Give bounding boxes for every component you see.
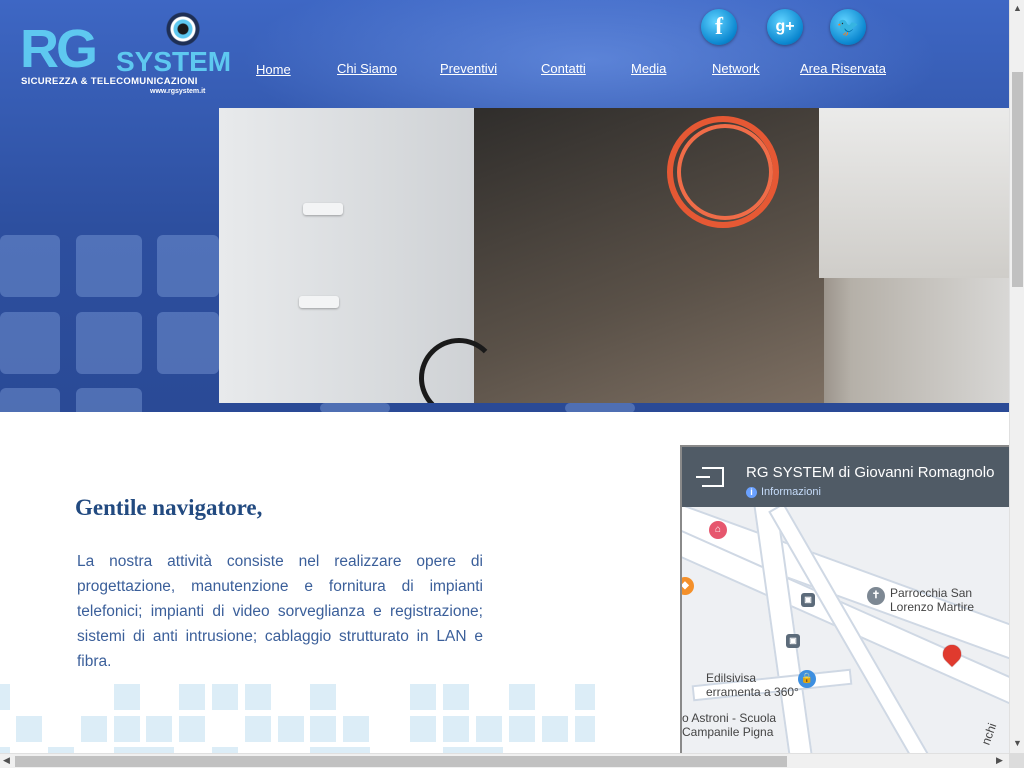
deco-tile (0, 235, 60, 297)
map-header: RG SYSTEM di Giovanni Romagnolo i Informa… (682, 447, 1009, 507)
deco-tile (76, 312, 142, 374)
deco-tile (76, 388, 142, 412)
open-in-maps-icon[interactable] (696, 467, 724, 487)
nav-contatti[interactable]: Contatti (541, 61, 586, 76)
nav-network[interactable]: Network (712, 61, 760, 76)
site-header: RG SYSTEM SICUREZZA & TELECOMUNICAZIONI … (0, 0, 1009, 412)
deco-tile (509, 684, 535, 710)
deco-tile (509, 716, 535, 742)
vertical-scroll-thumb[interactable] (1012, 72, 1023, 287)
nav-home[interactable]: Home (256, 62, 291, 77)
logo-rg: RG (20, 19, 98, 79)
hero-fiber-cable (677, 124, 773, 220)
nav-chi-siamo[interactable]: Chi Siamo (337, 61, 397, 76)
facebook-icon[interactable]: f (701, 9, 737, 45)
scroll-up-arrow-icon[interactable]: ▲ (1013, 3, 1022, 13)
deco-tile (476, 716, 502, 742)
deco-tile (542, 716, 568, 742)
hero-box (819, 108, 1009, 278)
deco-tile (179, 716, 205, 742)
scroll-right-arrow-icon[interactable]: ▶ (996, 755, 1003, 766)
horizontal-scroll-thumb[interactable] (15, 756, 787, 767)
google-map-embed[interactable]: RG SYSTEM di Giovanni Romagnolo i Informa… (680, 445, 1009, 768)
deco-tile (212, 684, 238, 710)
deco-tile (76, 235, 142, 297)
nav-media[interactable]: Media (631, 61, 666, 76)
nav-area-riservata[interactable]: Area Riservata (800, 61, 886, 76)
greeting-heading: Gentile navigatore, (75, 495, 263, 520)
twitter-icon[interactable]: 🐦 (830, 9, 866, 45)
deco-tile (0, 684, 10, 710)
deco-tile (114, 716, 140, 742)
map-label-church[interactable]: Parrocchia San Lorenzo Martire (890, 586, 974, 614)
deco-tile (343, 716, 369, 742)
deco-tile (410, 716, 436, 742)
scroll-down-arrow-icon[interactable]: ▼ (1013, 738, 1022, 748)
info-icon: i (746, 487, 757, 498)
map-label-store[interactable]: Edilsivisa erramenta a 360° (706, 671, 799, 699)
deco-tile (310, 716, 336, 742)
deco-tile (0, 388, 60, 412)
page: RG SYSTEM SICUREZZA & TELECOMUNICAZIONI … (0, 0, 1024, 768)
vertical-scrollbar[interactable]: ▲ ▼ (1009, 0, 1024, 753)
map-place-title[interactable]: RG SYSTEM di Giovanni Romagnolo (746, 464, 994, 481)
gov-building-icon[interactable]: ⌂ (709, 521, 727, 539)
logo-tagline: SICUREZZA & TELECOMUNICAZIONI (21, 76, 198, 87)
deco-tile (278, 716, 304, 742)
deco-tile (245, 716, 271, 742)
logo-system: SYSTEM (116, 46, 232, 77)
deco-tile (410, 684, 436, 710)
shop-icon[interactable]: 🔒 (798, 670, 816, 688)
deco-tile (565, 403, 635, 412)
scrollbar-corner (1009, 753, 1024, 768)
restaurant-icon[interactable]: ◆ (682, 577, 694, 595)
deco-tile (443, 684, 469, 710)
deco-tile (16, 716, 42, 742)
intro-paragraph: La nostra attività consiste nel realizza… (77, 553, 483, 670)
map-label-school[interactable]: o Astroni - Scuola Campanile Pigna (682, 711, 776, 739)
deco-tile (320, 403, 390, 412)
logo-website: www.rgsystem.it (150, 88, 206, 95)
deco-tile (575, 716, 595, 742)
map-info-link[interactable]: i Informazioni (746, 486, 821, 498)
camera-lens-icon (164, 10, 202, 48)
church-icon[interactable]: ✝ (867, 587, 885, 605)
hero-image (219, 108, 1009, 403)
deco-tile (81, 716, 107, 742)
deco-tile (443, 716, 469, 742)
bus-stop-icon[interactable]: ▣ (786, 634, 800, 648)
map-label-street: nchi (978, 721, 1000, 747)
map-info-label: Informazioni (761, 486, 821, 498)
bus-stop-icon[interactable]: ▣ (801, 593, 815, 607)
site-logo[interactable]: RG SYSTEM SICUREZZA & TELECOMUNICAZIONI … (18, 10, 231, 100)
deco-tile (157, 235, 219, 297)
deco-tile (310, 684, 336, 710)
map-canvas[interactable]: ⌂ ◆ ▣ ▣ ✝ 🔒 Parrocchia SanLorenzo Martir… (682, 507, 1009, 768)
deco-tile (179, 684, 205, 710)
deco-tile (245, 684, 271, 710)
deco-tile (575, 684, 595, 710)
deco-tile (146, 716, 172, 742)
deco-tile (114, 684, 140, 710)
hero-bracket (303, 203, 343, 215)
hero-bracket (299, 296, 339, 308)
scroll-left-arrow-icon[interactable]: ◀ (3, 755, 10, 766)
google-plus-icon[interactable]: g+ (767, 9, 803, 45)
deco-tile (157, 312, 219, 374)
deco-tile (0, 312, 60, 374)
horizontal-scrollbar[interactable]: ◀ ▶ (0, 753, 1009, 768)
nav-preventivi[interactable]: Preventivi (440, 61, 497, 76)
